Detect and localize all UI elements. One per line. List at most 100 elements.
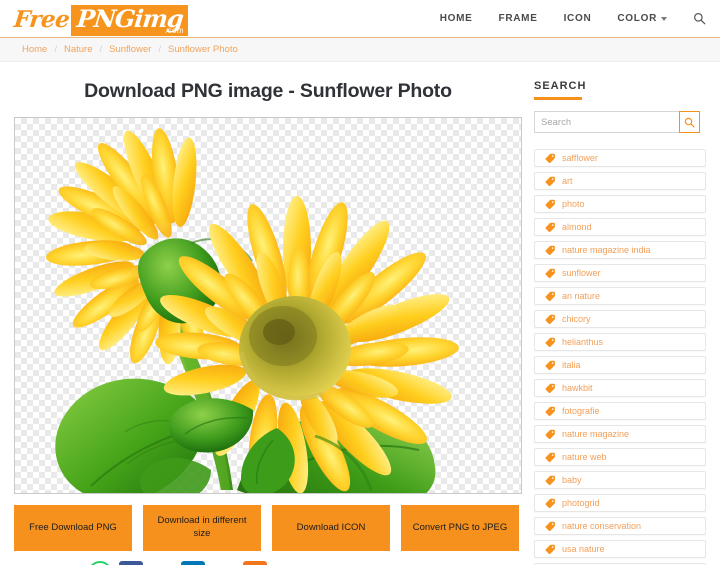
tag-item[interactable]: helianthus <box>534 333 706 351</box>
tag-item[interactable]: almond <box>534 218 706 236</box>
tag-icon <box>545 337 555 347</box>
site-header: Free PNGimg .com HOME FRAME ICON COLOR <box>0 0 720 38</box>
tag-icon <box>545 199 555 209</box>
tag-label: fotografie <box>562 406 600 416</box>
nav-item-home[interactable]: HOME <box>440 13 473 24</box>
tag-icon <box>545 291 555 301</box>
tag-item[interactable]: photo <box>534 195 706 213</box>
tag-icon <box>545 452 555 462</box>
breadcrumb-item-nature[interactable]: Nature <box>64 44 93 55</box>
tag-item[interactable]: sunflower <box>534 264 706 282</box>
breadcrumb-separator: / <box>99 44 103 55</box>
social-share-row <box>14 561 522 565</box>
nav-item-icon[interactable]: ICON <box>564 13 592 24</box>
chevron-down-icon <box>661 16 667 21</box>
tag-icon <box>545 245 555 255</box>
tag-icon <box>545 544 555 554</box>
page-body: Download PNG image - Sunflower Photo Fre… <box>0 62 720 565</box>
image-preview-panel[interactable] <box>14 117 522 494</box>
main-content: Download PNG image - Sunflower Photo Fre… <box>0 62 534 565</box>
logo-text-free: Free <box>12 5 71 33</box>
logo-badge: PNGimg .com <box>71 4 189 36</box>
free-download-png-button[interactable]: Free Download PNG <box>14 505 132 551</box>
search-icon <box>694 13 706 25</box>
tag-item[interactable]: nature conservation <box>534 517 706 535</box>
breadcrumb-separator: / <box>54 44 57 55</box>
breadcrumb-item-home[interactable]: Home <box>22 44 47 55</box>
header-search-icon[interactable] <box>693 12 706 25</box>
logo-text-com: .com <box>164 25 185 35</box>
breadcrumb-item-sunflower[interactable]: Sunflower <box>109 44 151 55</box>
search-submit-button[interactable] <box>679 111 700 133</box>
nav-item-color[interactable]: COLOR <box>617 13 667 24</box>
tag-label: helianthus <box>562 337 604 347</box>
tag-item[interactable]: fotografie <box>534 402 706 420</box>
tag-icon <box>545 176 555 186</box>
download-different-size-button[interactable]: Download in different size <box>143 505 261 551</box>
tag-label: baby <box>562 475 582 485</box>
sunflower-illustration <box>45 128 459 493</box>
tag-list: safflower art photo almond nature magazine i… <box>534 149 720 565</box>
tag-icon <box>545 521 555 531</box>
search-input[interactable] <box>534 111 679 133</box>
site-logo[interactable]: Free PNGimg .com <box>12 2 189 36</box>
tag-item[interactable]: photogrid <box>534 494 706 512</box>
tag-label: hawkbit <box>562 383 593 393</box>
tag-label: safflower <box>562 153 598 163</box>
tag-icon <box>545 268 555 278</box>
tag-item[interactable]: baby <box>534 471 706 489</box>
search-box <box>534 111 700 133</box>
page-title: Download PNG image - Sunflower Photo <box>84 80 452 102</box>
tag-icon <box>545 475 555 485</box>
tag-item[interactable]: safflower <box>534 149 706 167</box>
tag-label: italia <box>562 360 581 370</box>
download-icon-button[interactable]: Download ICON <box>272 505 390 551</box>
tag-item[interactable]: chicory <box>534 310 706 328</box>
tag-icon <box>545 498 555 508</box>
tag-label: photo <box>562 199 585 209</box>
main-navigation: HOME FRAME ICON COLOR <box>440 12 706 25</box>
nav-label: HOME <box>439 13 473 24</box>
tag-item[interactable]: nature magazine <box>534 425 706 443</box>
download-button-row: Free Download PNG Download in different … <box>14 505 522 551</box>
tag-label: an nature <box>562 291 601 301</box>
tag-label: photogrid <box>562 498 600 508</box>
tag-icon <box>545 314 555 324</box>
tag-label: nature magazine india <box>562 245 651 255</box>
tag-label: nature conservation <box>562 521 642 531</box>
breadcrumb: Home / Nature / Sunflower / Sunflower Ph… <box>0 38 720 62</box>
reddit-share-button[interactable] <box>243 561 267 565</box>
nav-label: FRAME <box>498 13 538 24</box>
nav-label: COLOR <box>617 13 657 24</box>
twitter-share-button[interactable] <box>150 561 174 565</box>
tag-icon <box>545 429 555 439</box>
tag-item[interactable]: nature magazine india <box>534 241 706 259</box>
tag-icon <box>545 383 555 393</box>
tag-label: sunflower <box>562 268 601 278</box>
tag-item[interactable]: nature web <box>534 448 706 466</box>
tag-icon <box>545 222 555 232</box>
whatsapp-share-button[interactable] <box>88 561 112 565</box>
sidebar: SEARCH safflower art photo almond nature mag… <box>534 62 720 565</box>
tag-label: chicory <box>562 314 591 324</box>
search-icon <box>684 117 695 128</box>
tag-item[interactable]: art <box>534 172 706 190</box>
tag-icon <box>545 406 555 416</box>
tag-label: art <box>562 176 573 186</box>
tag-item[interactable]: italia <box>534 356 706 374</box>
facebook-share-button[interactable] <box>119 561 143 565</box>
tag-icon <box>545 360 555 370</box>
nav-item-frame[interactable]: FRAME <box>499 13 538 24</box>
tag-icon <box>545 153 555 163</box>
tag-item[interactable]: hawkbit <box>534 379 706 397</box>
pinterest-share-button[interactable] <box>212 561 236 565</box>
tag-label: almond <box>562 222 592 232</box>
convert-png-to-jpeg-button[interactable]: Convert PNG to JPEG <box>401 505 519 551</box>
tag-item[interactable]: usa nature <box>534 540 706 558</box>
breadcrumb-separator: / <box>158 44 162 55</box>
tag-item[interactable]: an nature <box>534 287 706 305</box>
tag-label: nature web <box>562 452 607 462</box>
tag-label: usa nature <box>562 544 605 554</box>
linkedin-share-button[interactable] <box>181 561 205 565</box>
breadcrumb-item-current: Sunflower Photo <box>168 44 238 55</box>
